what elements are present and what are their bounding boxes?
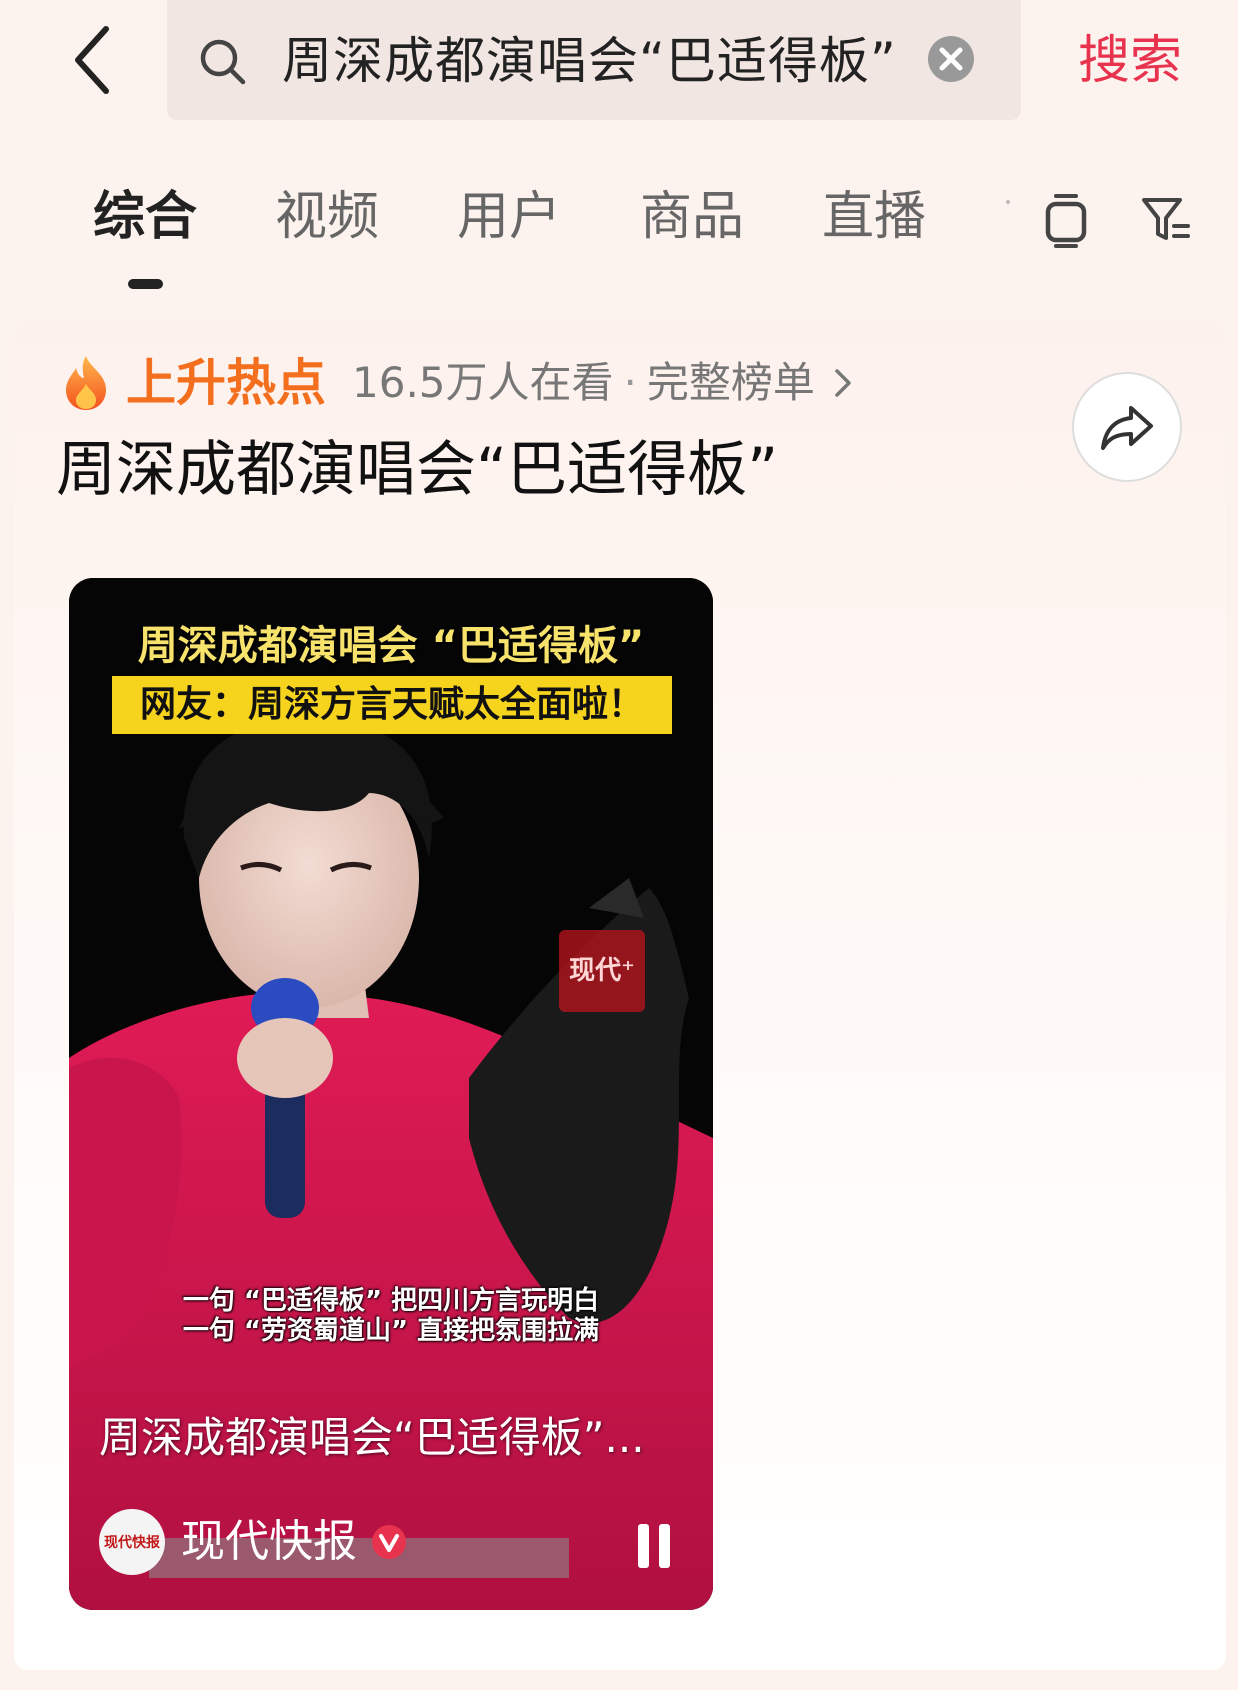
separator: · — [623, 358, 637, 407]
author-row[interactable]: 现代快报 现代快报 — [99, 1508, 407, 1576]
tab-video[interactable]: 视频 — [275, 182, 379, 252]
tab-live[interactable]: 直播 — [822, 182, 926, 252]
video-caption-banner: 网友：周深方言天赋太全面啦！ — [112, 676, 672, 734]
search-header: 周深成都演唱会“巴适得板” 搜索 — [0, 0, 1238, 130]
watermark-logo: 现代⁺ — [559, 930, 645, 1012]
back-button[interactable] — [62, 22, 122, 98]
video-title[interactable]: 周深成都演唱会“巴适得板”... — [99, 1408, 689, 1468]
pause-icon[interactable] — [624, 1518, 684, 1574]
video-subtitle-line-2: 一句 “劳资蜀道山” 直接把氛围拉满 — [182, 1316, 600, 1346]
tv-icon[interactable] — [1040, 190, 1092, 250]
tab-products[interactable]: 商品 — [640, 182, 744, 252]
hot-topic-row[interactable]: 上升热点 16.5万人在看 · 完整榜单 — [60, 348, 857, 418]
hot-label: 上升热点 — [126, 354, 326, 412]
filter-icon[interactable] — [1140, 190, 1192, 250]
share-icon — [1101, 406, 1153, 450]
search-input[interactable]: 周深成都演唱会“巴适得板” — [167, 0, 1021, 120]
avatar[interactable]: 现代快报 — [99, 1509, 165, 1575]
author-name[interactable]: 现代快报 — [181, 1508, 357, 1576]
back-arrow-icon — [75, 26, 109, 94]
clear-icon[interactable] — [925, 33, 977, 85]
video-caption-title: 周深成都演唱会 “巴适得板” — [137, 623, 645, 669]
search-icon — [200, 39, 246, 85]
tab-users[interactable]: 用户 — [457, 182, 561, 252]
chevron-right-icon — [835, 369, 851, 397]
tab-overflow-fade — [1006, 200, 1010, 204]
hot-topic-card: 上升热点 16.5万人在看 · 完整榜单 周深成都演唱会“巴适得板” 周深成都演… — [14, 320, 1226, 1670]
tab-bar: 综合 视频 用户 商品 直播 — [0, 170, 1238, 300]
full-list-link[interactable]: 完整榜单 — [647, 348, 815, 418]
topic-title: 周深成都演唱会“巴适得板” — [56, 435, 779, 505]
video-card[interactable]: 周深成都演唱会 “巴适得板” 网友：周深方言天赋太全面啦！ 现代⁺ 一句 “巴适… — [69, 578, 713, 1610]
viewer-count: 16.5万人在看 — [352, 358, 614, 407]
share-button[interactable] — [1072, 372, 1182, 482]
verified-icon — [372, 1525, 406, 1559]
flame-icon — [66, 356, 106, 410]
tab-comprehensive[interactable]: 综合 — [93, 182, 197, 252]
search-button[interactable]: 搜索 — [1078, 28, 1182, 94]
active-tab-indicator — [128, 279, 163, 289]
search-query-text: 周深成都演唱会“巴适得板” — [282, 32, 897, 90]
